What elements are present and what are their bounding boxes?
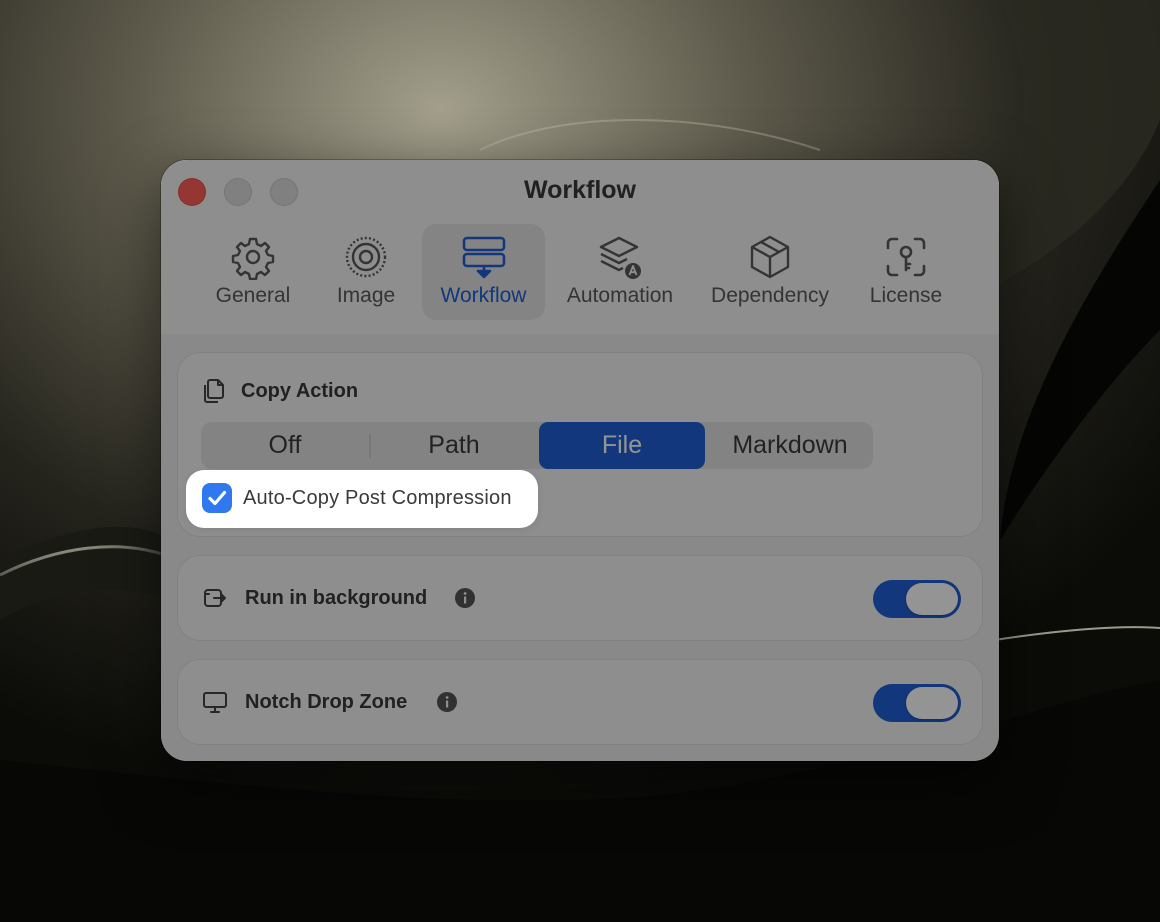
window-toolbar: Workflow General Image Workflow Automati… bbox=[161, 160, 999, 334]
toggle-knob bbox=[906, 687, 958, 719]
auto-copy-checkbox[interactable] bbox=[202, 483, 232, 513]
run-in-background-toggle[interactable] bbox=[873, 580, 961, 618]
tab-label: General bbox=[215, 284, 291, 307]
auto-copy-label: Auto-Copy Post Compression bbox=[243, 487, 512, 509]
copy-action-title: Copy Action bbox=[241, 380, 359, 402]
key-scan-icon bbox=[883, 234, 929, 280]
gear-icon bbox=[230, 234, 276, 280]
tab-label: License bbox=[869, 284, 943, 307]
notch-drop-zone-row: Notch Drop Zone bbox=[178, 660, 982, 744]
segment-file[interactable]: File bbox=[539, 422, 705, 469]
info-icon[interactable] bbox=[437, 692, 457, 712]
tab-label: Workflow bbox=[440, 284, 527, 307]
segment-markdown[interactable]: Markdown bbox=[707, 422, 873, 469]
tab-image[interactable]: Image bbox=[311, 224, 421, 320]
tab-dependency[interactable]: Dependency bbox=[700, 224, 840, 320]
settings-window: Workflow General Image Workflow Automati… bbox=[161, 160, 999, 761]
segment-off[interactable]: Off bbox=[201, 422, 369, 469]
copy-document-icon bbox=[201, 378, 227, 404]
tab-label: Image bbox=[336, 284, 396, 307]
notch-drop-zone-toggle[interactable] bbox=[873, 684, 961, 722]
run-in-background-label: Run in background bbox=[245, 587, 428, 609]
auto-copy-checkbox-row[interactable]: Auto-Copy Post Compression bbox=[186, 470, 538, 528]
background-window-icon bbox=[202, 585, 228, 611]
notch-drop-zone-label: Notch Drop Zone bbox=[245, 691, 408, 713]
tab-automation[interactable]: Automation bbox=[553, 224, 687, 320]
layers-automation-icon bbox=[597, 234, 643, 280]
checkmark-icon bbox=[208, 490, 227, 506]
run-in-background-row: Run in background bbox=[178, 556, 982, 640]
tab-label: Automation bbox=[566, 284, 674, 307]
tab-license[interactable]: License bbox=[854, 224, 958, 320]
window-title: Workflow bbox=[523, 176, 637, 204]
toggle-knob bbox=[906, 583, 958, 615]
copy-action-segmented-control: Off Path File Markdown bbox=[201, 422, 873, 469]
tab-label: Dependency bbox=[711, 284, 829, 307]
workflow-icon bbox=[461, 234, 507, 280]
package-box-icon bbox=[747, 234, 793, 280]
image-target-icon bbox=[343, 234, 389, 280]
tab-workflow[interactable]: Workflow bbox=[422, 224, 545, 320]
segment-path[interactable]: Path bbox=[371, 422, 537, 469]
info-icon[interactable] bbox=[455, 588, 475, 608]
tab-general[interactable]: General bbox=[197, 224, 309, 320]
display-monitor-icon bbox=[202, 689, 228, 715]
